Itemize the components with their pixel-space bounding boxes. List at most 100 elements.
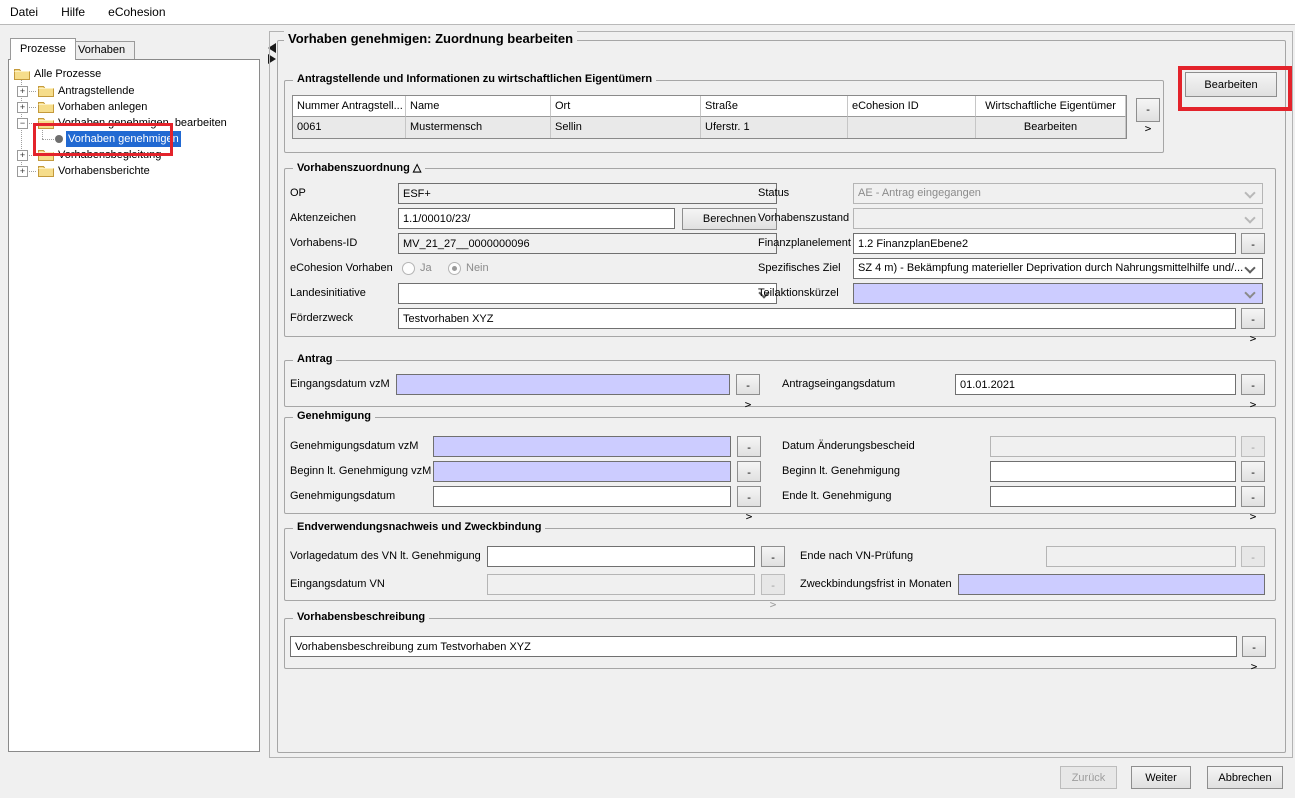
warning-triangle-icon: △ xyxy=(413,162,421,174)
tree-item-vorhaben-genehmigen-bearbeiten[interactable]: − Vorhaben genehmigen, bearbeiten xyxy=(9,115,259,131)
beginn-genehmigung-arrow-button[interactable]: -> xyxy=(1241,461,1265,482)
tab-vorhaben[interactable]: Vorhaben xyxy=(68,41,135,60)
antragseingangsdatum-arrow-button[interactable]: -> xyxy=(1241,374,1265,395)
tree-item-vorhaben-anlegen[interactable]: + Vorhaben anlegen xyxy=(9,99,259,115)
column-header-name[interactable]: Name xyxy=(406,96,551,117)
datum-aenderungsbescheid-arrow-button: -> xyxy=(1241,436,1265,457)
cell-ort: Sellin xyxy=(551,117,701,138)
foerderzweck-arrow-button[interactable]: -> xyxy=(1241,308,1265,329)
tree-item-alle-prozesse[interactable]: Alle Prozesse xyxy=(9,66,259,82)
process-tree: Alle Prozesse + Antragstellende + Vorhab… xyxy=(8,59,260,752)
ende-vn-pruefung-field xyxy=(1046,546,1236,567)
beginn-genehmigung-input[interactable] xyxy=(990,461,1236,482)
beginn-genehmigung-vzm-arrow-button[interactable]: -> xyxy=(737,461,761,482)
column-header-wirtschaftliche-eigentuemer[interactable]: Wirtschaftliche Eigentümer xyxy=(976,96,1126,117)
vorhabensbeschreibung-arrow-button[interactable]: -> xyxy=(1242,636,1266,657)
ende-vn-pruefung-arrow-button: -> xyxy=(1241,546,1265,567)
genehmigungsdatum-vzm-input[interactable] xyxy=(433,436,731,457)
menu-datei[interactable]: Datei xyxy=(0,0,48,24)
bullet-icon xyxy=(55,135,63,143)
eingangsdatum-vn-label: Eingangsdatum VN xyxy=(290,574,385,595)
antrag-groupbox: Antrag Eingangsdatum vzM -> Antragseinga… xyxy=(284,360,1276,407)
expand-icon[interactable]: + xyxy=(17,86,28,97)
menu-hilfe[interactable]: Hilfe xyxy=(51,0,95,24)
zweckbindungsfrist-input[interactable] xyxy=(958,574,1265,595)
column-header-ecohesion-id[interactable]: eCohesion ID xyxy=(848,96,976,117)
column-header-nummer[interactable]: Nummer Antragstell... xyxy=(293,96,406,117)
aktenzeichen-input[interactable] xyxy=(398,208,675,229)
finanzplanelement-arrow-button[interactable]: -> xyxy=(1241,233,1265,254)
tree-item-vorhabensberichte[interactable]: + Vorhabensberichte xyxy=(9,163,259,179)
ende-genehmigung-arrow-button[interactable]: -> xyxy=(1241,486,1265,507)
bearbeiten-button[interactable]: Bearbeiten xyxy=(1185,72,1277,97)
ende-genehmigung-input[interactable] xyxy=(990,486,1236,507)
vorhabenszustand-select xyxy=(853,208,1263,229)
column-header-ort[interactable]: Ort xyxy=(551,96,701,117)
foerderzweck-input[interactable] xyxy=(398,308,1236,329)
antragseingangsdatum-label: Antragseingangsdatum xyxy=(782,374,895,395)
cell-name: Mustermensch xyxy=(406,117,551,138)
beginn-genehmigung-vzm-input[interactable] xyxy=(433,461,731,482)
tree-item-label: Alle Prozesse xyxy=(32,66,103,82)
tree-item-label: Vorhabensberichte xyxy=(56,163,152,179)
collapse-icon[interactable]: − xyxy=(17,118,28,129)
tree-item-vorhaben-genehmigen[interactable]: Vorhaben genehmigen xyxy=(9,131,259,147)
finanzplanelement-input[interactable] xyxy=(853,233,1236,254)
menu-ecohesion[interactable]: eCohesion xyxy=(98,0,175,24)
applicants-arrow-button[interactable]: -> xyxy=(1136,98,1160,122)
ecohesion-ja-radio[interactable] xyxy=(402,262,415,275)
table-row[interactable]: 0061 Mustermensch Sellin Uferstr. 1 Bear… xyxy=(293,117,1126,138)
column-header-strasse[interactable]: Straße xyxy=(701,96,848,117)
menubar: Datei Hilfe eCohesion xyxy=(0,0,1295,25)
page-title: Vorhaben genehmigen: Zuordnung bearbeite… xyxy=(284,31,577,46)
antragseingangsdatum-input[interactable] xyxy=(955,374,1236,395)
beginn-genehmigung-label: Beginn lt. Genehmigung xyxy=(782,461,900,482)
eingangsdatum-vzm-arrow-button[interactable]: -> xyxy=(736,374,760,395)
eingangsdatum-vzm-label: Eingangsdatum vzM xyxy=(290,374,390,395)
ecohesion-nein-label: Nein xyxy=(466,258,489,279)
tree-item-label: Antragstellende xyxy=(56,83,136,99)
vorlagedatum-vn-input[interactable] xyxy=(487,546,755,567)
folder-icon xyxy=(38,148,54,161)
zurueck-button: Zurück xyxy=(1060,766,1117,789)
vorlagedatum-vn-label: Vorlagedatum des VN lt. Genehmigung xyxy=(290,546,481,567)
datum-aenderungsbescheid-field xyxy=(990,436,1236,457)
expand-icon[interactable]: + xyxy=(17,166,28,177)
tab-prozesse[interactable]: Prozesse xyxy=(10,38,76,60)
weiter-button[interactable]: Weiter xyxy=(1131,766,1191,789)
cell-ecohesion-id xyxy=(848,117,976,138)
expand-icon[interactable]: + xyxy=(17,102,28,113)
beschreibung-legend: Vorhabensbeschreibung xyxy=(293,611,429,623)
genehmigungsdatum-arrow-button[interactable]: -> xyxy=(737,486,761,507)
spezifisches-ziel-select[interactable]: SZ 4 m) - Bekämpfung materieller Depriva… xyxy=(853,258,1263,279)
cell-eigentuemer-bearbeiten-button[interactable]: Bearbeiten xyxy=(976,117,1126,138)
aktenzeichen-label: Aktenzeichen xyxy=(290,208,356,229)
spezifisches-ziel-label: Spezifisches Ziel xyxy=(758,258,841,279)
expand-icon[interactable]: + xyxy=(17,150,28,161)
landesinitiative-label: Landesinitiative xyxy=(290,283,366,304)
chevron-down-icon xyxy=(1244,212,1255,223)
vorhabensbeschreibung-input[interactable] xyxy=(290,636,1237,657)
application-window: Datei Hilfe eCohesion Prozesse Vorhaben … xyxy=(0,0,1295,798)
applicants-table: Nummer Antragstell... Name Ort Straße eC… xyxy=(292,95,1127,139)
landesinitiative-select[interactable] xyxy=(398,283,777,304)
ende-genehmigung-label: Ende lt. Genehmigung xyxy=(782,486,891,507)
ecohesion-nein-radio[interactable] xyxy=(448,262,461,275)
tree-item-vorhabensbegleitung[interactable]: + Vorhabensbegleitung xyxy=(9,147,259,163)
teilaktionskuerzel-select[interactable] xyxy=(853,283,1263,304)
genehmigungsdatum-label: Genehmigungsdatum xyxy=(290,486,395,507)
zuordnung-legend: Vorhabenszuordnung △ xyxy=(293,161,425,174)
tree-item-antragstellende[interactable]: + Antragstellende xyxy=(9,83,259,99)
table-header-row: Nummer Antragstell... Name Ort Straße eC… xyxy=(293,96,1126,117)
genehmigungsdatum-vzm-arrow-button[interactable]: -> xyxy=(737,436,761,457)
vorlagedatum-vn-arrow-button[interactable]: -> xyxy=(761,546,785,567)
chevron-down-icon xyxy=(1244,187,1255,198)
chevron-down-icon xyxy=(1244,287,1255,298)
eingangsdatum-vzm-input[interactable] xyxy=(396,374,730,395)
folder-icon xyxy=(38,164,54,177)
genehmigungsdatum-input[interactable] xyxy=(433,486,731,507)
eingangsdatum-vn-field xyxy=(487,574,755,595)
abbrechen-button[interactable]: Abbrechen xyxy=(1207,766,1283,789)
vorhabens-id-field xyxy=(398,233,777,254)
eingangsdatum-vn-arrow-button: -> xyxy=(761,574,785,595)
